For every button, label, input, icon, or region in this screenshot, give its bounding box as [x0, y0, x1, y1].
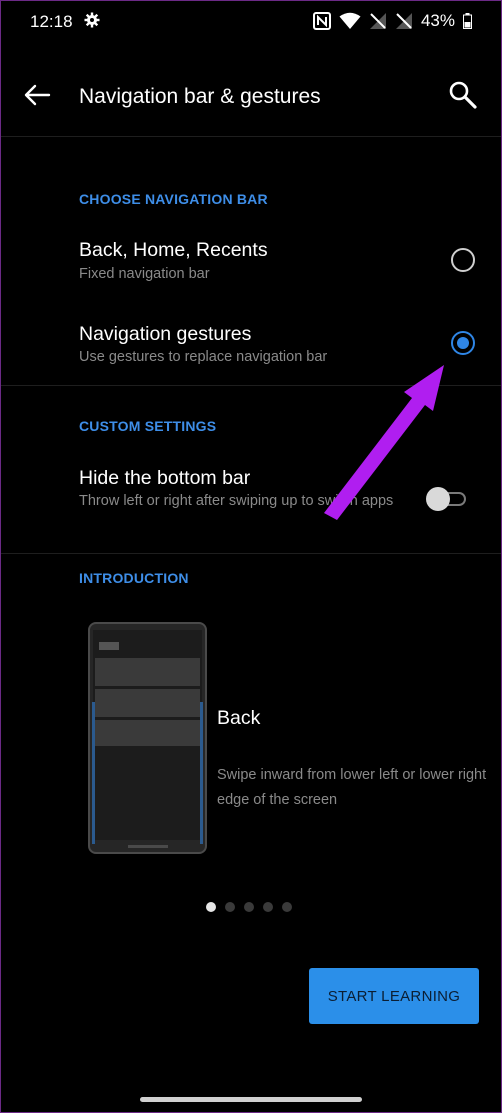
option-title: Navigation gestures: [79, 323, 252, 345]
divider: [0, 385, 502, 386]
annotation-arrow: [324, 365, 444, 520]
back-arrow-icon[interactable]: [22, 80, 52, 110]
page-dot-3[interactable]: [244, 902, 254, 912]
battery-icon: [463, 13, 472, 29]
gear-icon: [84, 12, 100, 28]
status-bar: 12:18 43%: [0, 0, 502, 46]
search-icon[interactable]: [448, 80, 480, 112]
section-header-choose-navigation: CHOOSE NAVIGATION BAR: [79, 191, 268, 207]
phone-illustration: [88, 622, 207, 854]
no-signal-icon: [369, 13, 386, 29]
section-header-custom-settings: CUSTOM SETTINGS: [79, 418, 217, 434]
hide-bottom-bar-toggle[interactable]: [426, 486, 468, 512]
page-dot-2[interactable]: [225, 902, 235, 912]
nfc-icon: [312, 12, 331, 30]
page-indicator[interactable]: [206, 902, 292, 912]
status-time: 12:18: [30, 12, 73, 31]
battery-percent: 43%: [420, 11, 455, 30]
radio-back-home-recents[interactable]: [451, 248, 475, 272]
setting-title: Hide the bottom bar: [79, 467, 251, 489]
setting-subtitle: Throw left or right after swiping up to …: [79, 493, 394, 509]
screenshot-frame: [0, 0, 502, 1113]
intro-title: Back: [217, 707, 261, 729]
intro-description: Swipe inward from lower left or lower ri…: [217, 767, 487, 808]
page-dot-1[interactable]: [206, 902, 216, 912]
app-bar: Navigation bar & gestures: [0, 56, 502, 137]
no-signal-icon-2: [395, 13, 412, 29]
page-dot-4[interactable]: [263, 902, 273, 912]
option-title: Back, Home, Recents: [79, 239, 268, 261]
option-subtitle: Use gestures to replace navigation bar: [79, 349, 328, 365]
section-header-introduction: INTRODUCTION: [79, 570, 189, 586]
wifi-icon: [339, 12, 361, 29]
home-indicator[interactable]: [140, 1097, 362, 1102]
page-dot-5[interactable]: [282, 902, 292, 912]
start-learning-button[interactable]: START LEARNING: [309, 968, 479, 1024]
toggle-thumb: [426, 487, 450, 511]
radio-navigation-gestures[interactable]: [451, 331, 475, 355]
page-title: Navigation bar & gestures: [79, 85, 321, 108]
option-subtitle: Fixed navigation bar: [79, 266, 210, 282]
divider: [0, 553, 502, 554]
